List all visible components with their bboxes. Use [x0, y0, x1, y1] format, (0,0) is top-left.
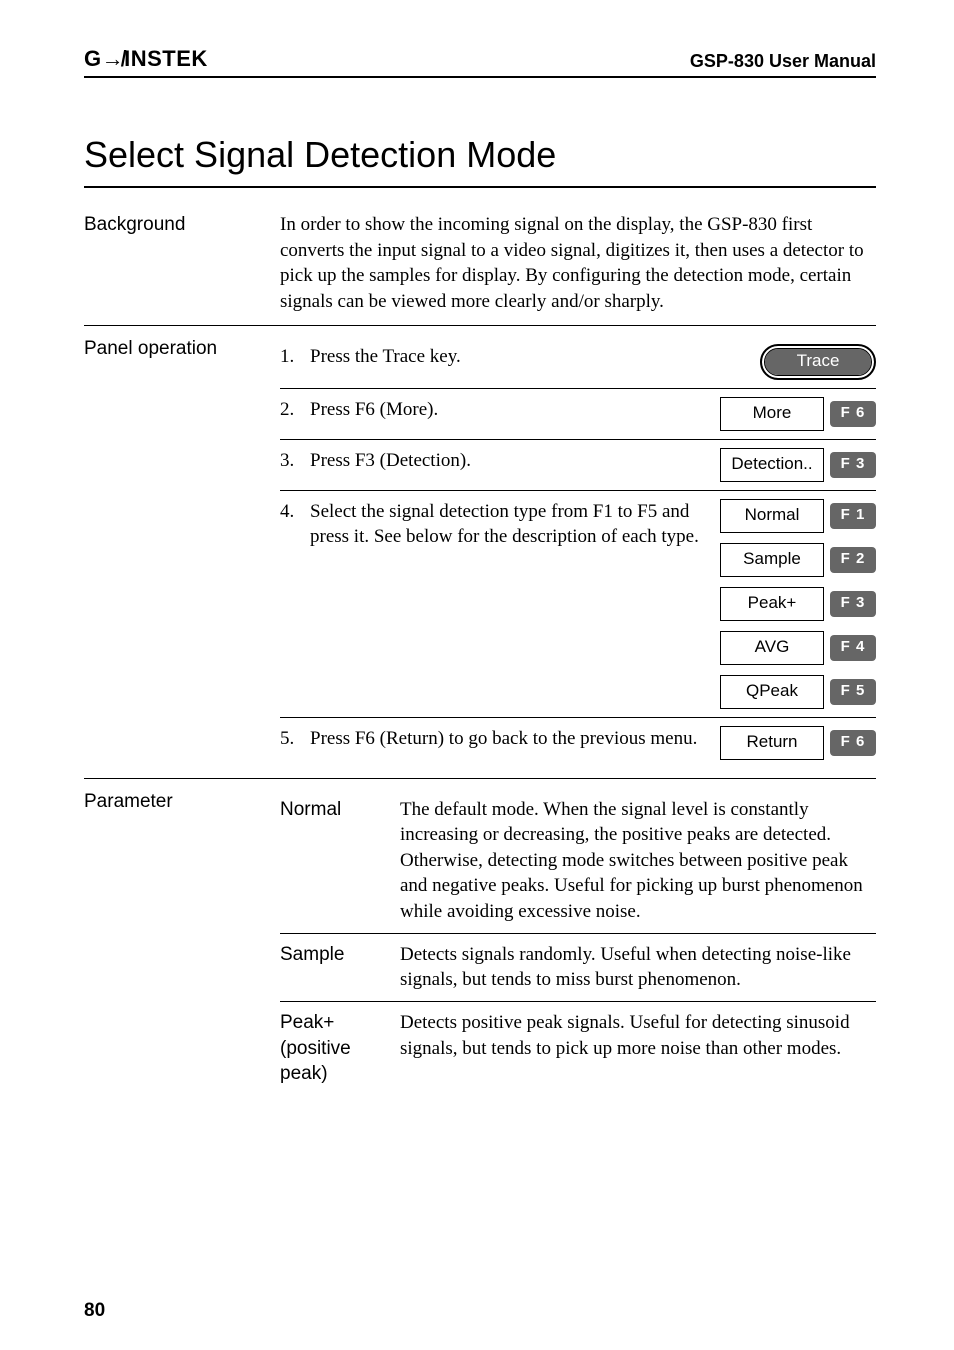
normal-softkey[interactable]: Normal [720, 499, 824, 533]
return-softkey[interactable]: Return [720, 726, 824, 760]
param-desc: Detects positive peak signals. Useful fo… [400, 1010, 876, 1087]
step-body: Press F6 (Return) to go back to the prev… [310, 726, 720, 752]
option-normal: Normal F 1 [720, 499, 876, 533]
page-header: G↛INSTEK GSP-830 User Manual [84, 46, 876, 78]
detection-softkey[interactable]: Detection.. [720, 448, 824, 482]
f2-key[interactable]: F 2 [830, 547, 876, 573]
background-text: In order to show the incoming signal on … [280, 212, 876, 315]
background-row: Background In order to show the incoming… [84, 202, 876, 326]
step-body: Press the Trace key. [310, 344, 760, 370]
section-title: Select Signal Detection Mode [84, 134, 876, 176]
avg-softkey[interactable]: AVG [720, 631, 824, 665]
step-1: 1. Press the Trace key. Trace [280, 336, 876, 389]
step-num: 5. [280, 726, 310, 752]
param-sample: Sample Detects signals randomly. Useful … [280, 934, 876, 1002]
param-desc: The default mode. When the signal level … [400, 797, 876, 925]
step-num: 3. [280, 448, 310, 474]
step-body: Press F6 (More). [310, 397, 720, 423]
param-desc: Detects signals randomly. Useful when de… [400, 942, 876, 993]
option-qpeak: QPeak F 5 [720, 675, 876, 709]
step-2-buttons: More F 6 [720, 397, 876, 431]
step-body: Press F3 (Detection). [310, 448, 720, 474]
param-name: Sample [280, 942, 400, 993]
parameter-list: Normal The default mode. When the signal… [280, 789, 876, 1095]
background-label: Background [84, 212, 280, 315]
param-normal: Normal The default mode. When the signal… [280, 789, 876, 934]
qpeak-softkey[interactable]: QPeak [720, 675, 824, 709]
step-1-buttons: Trace [760, 344, 876, 380]
panel-label: Panel operation [84, 336, 280, 768]
step-num: 1. [280, 344, 310, 370]
step-num: 4. [280, 499, 310, 550]
f6-key[interactable]: F 6 [830, 730, 876, 756]
f3-key[interactable]: F 3 [830, 452, 876, 478]
option-peakplus: Peak+ F 3 [720, 587, 876, 621]
step-4-options: Normal F 1 Sample F 2 Peak+ F 3 AVG F 4 … [720, 499, 876, 709]
f3-key[interactable]: F 3 [830, 591, 876, 617]
step-3-buttons: Detection.. F 3 [720, 448, 876, 482]
f5-key[interactable]: F 5 [830, 679, 876, 705]
trace-hardkey[interactable]: Trace [760, 344, 876, 380]
more-softkey[interactable]: More [720, 397, 824, 431]
option-avg: AVG F 4 [720, 631, 876, 665]
f1-key[interactable]: F 1 [830, 503, 876, 529]
parameter-label: Parameter [84, 789, 280, 1095]
param-peakplus: Peak+ (positive peak) Detects positive p… [280, 1002, 876, 1095]
panel-row: Panel operation 1. Press the Trace key. … [84, 326, 876, 779]
param-name: Peak+ (positive peak) [280, 1010, 400, 1087]
step-4: 4. Select the signal detection type from… [280, 491, 876, 718]
step-body: Select the signal detection type from F1… [310, 499, 720, 550]
sample-softkey[interactable]: Sample [720, 543, 824, 577]
section-rule [84, 186, 876, 188]
option-sample: Sample F 2 [720, 543, 876, 577]
step-5: 5. Press F6 (Return) to go back to the p… [280, 718, 876, 768]
f6-key[interactable]: F 6 [830, 401, 876, 427]
f4-key[interactable]: F 4 [830, 635, 876, 661]
brand-logo: G↛INSTEK [84, 46, 208, 72]
step-5-buttons: Return F 6 [720, 726, 876, 760]
peakplus-softkey[interactable]: Peak+ [720, 587, 824, 621]
step-num: 2. [280, 397, 310, 423]
step-2: 2. Press F6 (More). More F 6 [280, 389, 876, 440]
parameter-row: Parameter Normal The default mode. When … [84, 779, 876, 1095]
panel-steps: 1. Press the Trace key. Trace 2. Press F… [280, 336, 876, 768]
manual-title: GSP-830 User Manual [690, 51, 876, 72]
page-number: 80 [84, 1300, 105, 1322]
param-name: Normal [280, 797, 400, 925]
step-3: 3. Press F3 (Detection). Detection.. F 3 [280, 440, 876, 491]
